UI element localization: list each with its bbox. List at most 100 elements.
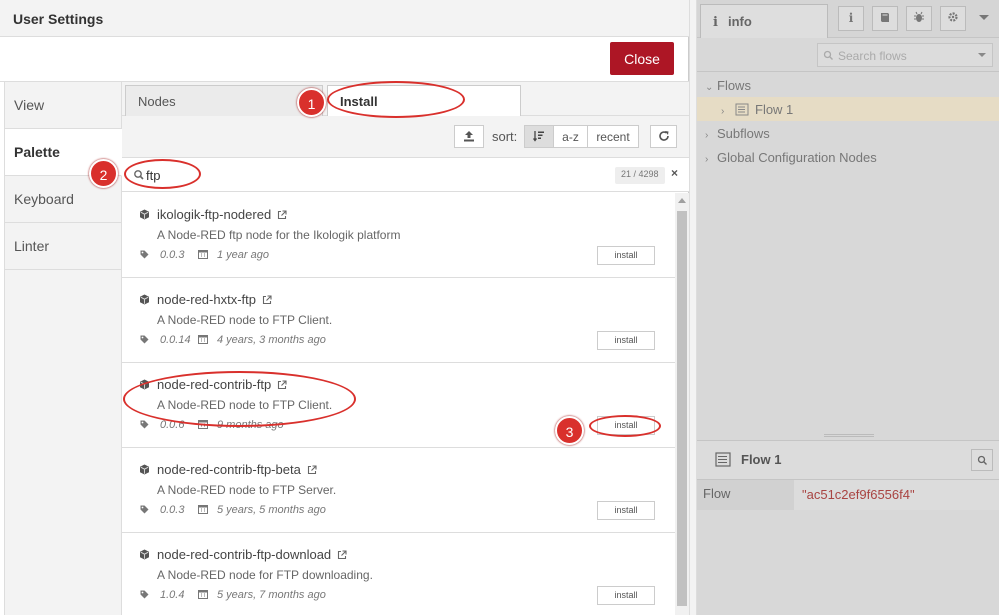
- result-count-badge: 21 / 4298: [615, 167, 665, 184]
- scrollbar-thumb[interactable]: [677, 211, 687, 606]
- annotation-ellipse-search: [124, 159, 201, 189]
- annotation-badge-3: 3: [555, 416, 584, 445]
- list-item: node-red-contrib-ftp-beta A Node-RED node…: [122, 448, 675, 533]
- info-sidebar-header: i info i: [697, 0, 999, 39]
- chevron-right-icon: ›: [721, 106, 725, 117]
- refresh-button[interactable]: [650, 125, 677, 148]
- sidebar-splitter[interactable]: [689, 0, 697, 615]
- tree-item-flows[interactable]: ⌄ Flows: [697, 73, 999, 97]
- clear-search-icon[interactable]: ×: [671, 166, 678, 180]
- list-item: node-red-contrib-ftp-download A Node-RED …: [122, 533, 675, 615]
- external-link-icon[interactable]: [307, 465, 317, 475]
- info-properties-table: Flow "ac51c2ef9f6556f4": [697, 480, 999, 510]
- tree-item-label: Global Configuration Nodes: [717, 150, 877, 165]
- list-item: ikologik-ftp-nodered A Node-RED ftp node …: [122, 193, 675, 278]
- package-name-text: node-red-contrib-ftp-download: [157, 547, 332, 562]
- info-button[interactable]: i: [838, 6, 864, 31]
- info-search-row: Search flows: [697, 38, 999, 72]
- info-details-title: Flow 1: [741, 452, 782, 467]
- help-book-button[interactable]: [872, 6, 898, 31]
- config-button[interactable]: [940, 6, 966, 31]
- chevron-right-icon: ›: [705, 154, 709, 165]
- package-description: A Node-RED node to FTP Server.: [157, 483, 337, 497]
- info-sidebar: i info i Search flows ⌄ Flows › Flow 1 › Sub…: [697, 0, 999, 615]
- package-name-text: node-red-contrib-ftp-beta: [157, 462, 301, 477]
- sort-recent-button[interactable]: recent: [587, 125, 639, 148]
- sort-az-button[interactable]: a-z: [553, 125, 588, 148]
- tag-icon: [140, 335, 149, 344]
- external-link-icon[interactable]: [277, 210, 287, 220]
- gear-icon: [948, 12, 958, 22]
- tab-nodes[interactable]: Nodes: [125, 85, 323, 116]
- calendar-icon: [198, 335, 208, 344]
- tab-linter[interactable]: Linter: [5, 223, 121, 270]
- package-updated: 5 years, 5 months ago: [217, 504, 326, 516]
- package-updated: 4 years, 3 months ago: [217, 334, 326, 346]
- external-link-icon[interactable]: [337, 550, 347, 560]
- package-description: A Node-RED node to FTP Client.: [157, 313, 333, 327]
- package-cube-icon: [140, 209, 149, 220]
- annotation-ellipse-install-button: [589, 415, 661, 437]
- calendar-icon: [198, 250, 208, 259]
- book-icon: [881, 13, 889, 22]
- annotation-ellipse-install-tab: [327, 81, 465, 118]
- upload-button[interactable]: [454, 125, 484, 148]
- package-cube-icon: [140, 294, 149, 305]
- palette-toolbar: sort: a-z recent: [122, 116, 689, 158]
- scroll-up-arrow-icon[interactable]: [678, 198, 686, 203]
- search-flows-placeholder: Search flows: [838, 49, 907, 63]
- tab-info[interactable]: i info: [700, 4, 828, 39]
- install-button[interactable]: install: [597, 331, 655, 350]
- info-icon: i: [848, 11, 854, 25]
- external-link-icon[interactable]: [262, 295, 272, 305]
- calendar-icon: [198, 505, 208, 514]
- tag-icon: [140, 590, 149, 599]
- install-button[interactable]: install: [597, 586, 655, 605]
- annotation-ellipse-package: [123, 371, 356, 427]
- chevron-down-icon: ⌄: [705, 82, 714, 93]
- tag-icon: [140, 250, 149, 259]
- package-list-scrollbar[interactable]: [675, 193, 689, 615]
- dialog-title: User Settings: [0, 0, 689, 37]
- property-key: Flow: [697, 480, 794, 510]
- chevron-down-icon[interactable]: [979, 15, 989, 20]
- package-name[interactable]: node-red-contrib-ftp-beta: [157, 462, 317, 477]
- search-icon: [823, 50, 833, 60]
- upload-icon: [464, 131, 474, 142]
- sort-amount-icon: [532, 131, 544, 142]
- debug-button[interactable]: [906, 6, 932, 31]
- search-flows-input[interactable]: Search flows: [817, 43, 993, 67]
- close-button[interactable]: Close: [610, 42, 674, 75]
- package-version: 0.0.14: [160, 334, 191, 346]
- package-name[interactable]: node-red-hxtx-ftp: [157, 292, 272, 307]
- package-name-text: node-red-hxtx-ftp: [157, 292, 256, 307]
- tag-icon: [140, 505, 149, 514]
- search-options-chevron-icon[interactable]: [978, 53, 986, 57]
- tab-view[interactable]: View: [5, 82, 121, 129]
- palette-search-row: 21 / 4298 ×: [122, 158, 689, 192]
- tree-item-subflows[interactable]: › Subflows: [697, 121, 999, 145]
- flow-icon: [735, 103, 749, 116]
- annotation-badge-1: 1: [297, 88, 326, 117]
- sort-label: sort:: [492, 129, 518, 144]
- flow-icon: [715, 452, 731, 467]
- reveal-flow-button[interactable]: [971, 449, 993, 471]
- sort-relevance-button[interactable]: [524, 125, 554, 148]
- refresh-icon: [658, 131, 669, 141]
- install-button[interactable]: install: [597, 501, 655, 520]
- dialog-button-bar: Close: [0, 37, 689, 82]
- package-updated: 5 years, 7 months ago: [217, 589, 326, 601]
- info-tab-icon: i: [713, 15, 718, 30]
- package-version: 0.0.3: [160, 504, 185, 516]
- package-name[interactable]: ikologik-ftp-nodered: [157, 207, 287, 222]
- tree-item-label: Flow 1: [755, 102, 794, 117]
- tag-icon: [140, 420, 149, 429]
- install-button[interactable]: install: [597, 246, 655, 265]
- package-name[interactable]: node-red-contrib-ftp-download: [157, 547, 347, 562]
- search-icon: [977, 455, 987, 465]
- package-version: 1.0.4: [160, 589, 185, 601]
- tree-item-global-config[interactable]: › Global Configuration Nodes: [697, 145, 999, 169]
- package-updated: 1 year ago: [217, 249, 269, 261]
- panel-resize-handle[interactable]: [824, 434, 874, 437]
- tree-item-flow1[interactable]: › Flow 1: [697, 97, 999, 121]
